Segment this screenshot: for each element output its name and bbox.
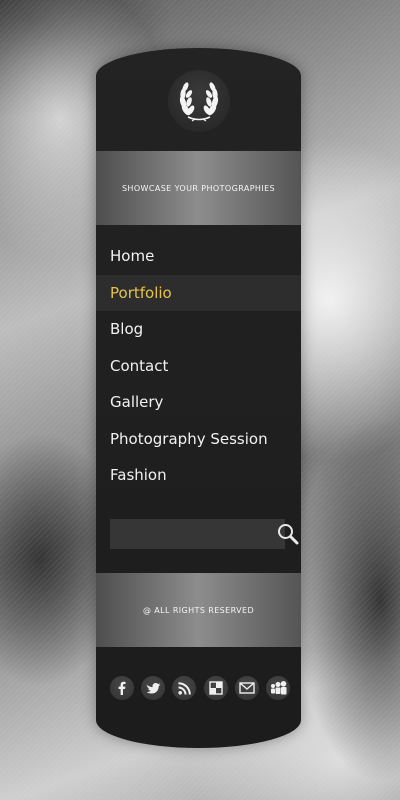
email-icon [239, 682, 255, 694]
nav-item-portfolio[interactable]: Portfolio [96, 274, 301, 311]
search-input[interactable] [110, 520, 276, 548]
laurel-wreath-icon [179, 82, 219, 122]
search-box [110, 519, 299, 549]
nav-item-fashion[interactable]: Fashion [96, 457, 301, 494]
copyright-text: @ ALL RIGHTS RESERVED [142, 605, 255, 615]
tagline: SHOWCASE YOUR PHOTOGRAPHIES [121, 183, 276, 193]
social-links [110, 676, 290, 702]
twitter-icon [146, 682, 161, 694]
delicious-link[interactable] [203, 676, 228, 700]
myspace-link[interactable] [265, 676, 290, 700]
facebook-link[interactable] [110, 676, 134, 700]
nav-item-photography-session[interactable]: Photography Session [96, 421, 301, 458]
main-nav: Home Portfolio Blog Contact Gallery Phot… [96, 238, 301, 494]
tagline-band: SHOWCASE YOUR PHOTOGRAPHIES [96, 151, 301, 225]
copyright-band: @ ALL RIGHTS RESERVED [96, 573, 301, 647]
search-icon [278, 524, 299, 545]
search-button[interactable] [276, 519, 300, 549]
email-link[interactable] [234, 676, 259, 700]
nav-item-gallery[interactable]: Gallery [96, 384, 301, 421]
sidebar-panel: SHOWCASE YOUR PHOTOGRAPHIES Home Portfol… [96, 48, 301, 748]
twitter-link[interactable] [141, 676, 166, 700]
logo[interactable] [168, 70, 230, 132]
delicious-icon [208, 681, 223, 695]
nav-item-contact[interactable]: Contact [96, 348, 301, 385]
facebook-icon [118, 681, 126, 695]
nav-item-home[interactable]: Home [96, 238, 301, 275]
nav-item-blog[interactable]: Blog [96, 311, 301, 348]
rss-icon [178, 681, 191, 695]
myspace-icon [270, 681, 287, 695]
rss-link[interactable] [172, 676, 197, 700]
